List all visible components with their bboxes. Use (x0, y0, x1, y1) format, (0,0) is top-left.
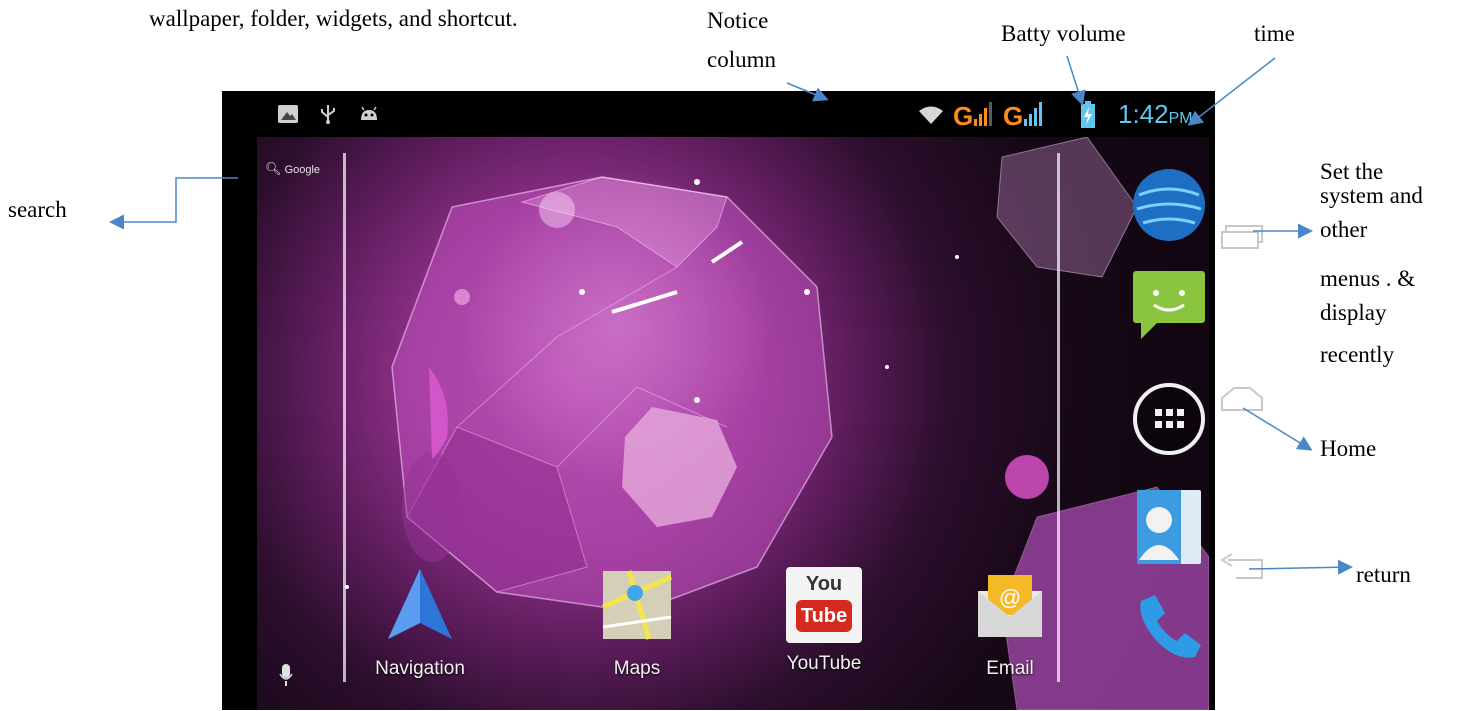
dock-youtube-label: YouTube (786, 653, 862, 674)
dock-navigation-label: Navigation (375, 658, 465, 679)
status-bar[interactable]: G G 1:42PM (222, 91, 1215, 137)
status-time-ampm: PM (1168, 110, 1193, 127)
android-debug-icon (361, 106, 377, 120)
status-time-value: 1:42 (1118, 99, 1169, 129)
search-label: search (8, 197, 67, 222)
battery-volume-label: Batty volume (1001, 21, 1126, 46)
recent-menu-label-4: menus . & (1320, 266, 1416, 291)
phone-icon[interactable] (1129, 587, 1209, 667)
svg-text:@: @ (999, 585, 1021, 610)
intro-text: wallpaper, folder, widgets, and shortcut… (149, 6, 518, 31)
dock-maps[interactable]: Maps (582, 567, 692, 680)
home-screen[interactable]: 🔍︎ Google Navigation Maps You Tube YouTu… (257, 137, 1209, 710)
maps-icon (601, 570, 673, 640)
signal-sim2-label: G (1003, 101, 1024, 131)
navigation-icon (388, 569, 452, 639)
all-apps-icon[interactable] (1129, 379, 1209, 459)
recent-menu-label-5: display (1320, 300, 1387, 325)
notice-column-label: Notice (707, 8, 769, 33)
battery-charging-icon (1081, 101, 1095, 128)
back-icon[interactable] (1218, 552, 1266, 586)
gallery-icon (278, 105, 298, 123)
left-divider (343, 153, 346, 682)
signal-sim1-icon (974, 102, 992, 126)
youtube-logo-tube: Tube (796, 600, 852, 632)
mic-icon[interactable] (279, 664, 293, 688)
search-icon: 🔍︎ (265, 161, 282, 176)
home-icon[interactable] (1218, 386, 1266, 412)
email-icon: @ (978, 575, 1042, 637)
usb-icon (321, 105, 335, 124)
dock-maps-label: Maps (613, 658, 661, 679)
status-time: 1:42PM (1118, 99, 1193, 130)
time-label: time (1254, 21, 1295, 46)
contacts-icon[interactable] (1129, 486, 1209, 566)
browser-icon[interactable] (1129, 165, 1209, 245)
recent-apps-icon[interactable] (1218, 222, 1266, 250)
dock-email[interactable]: @ Email (955, 567, 1065, 680)
return-label: return (1356, 562, 1411, 587)
home-label: Home (1320, 436, 1377, 461)
notice-column-label-2: column (707, 47, 776, 72)
signal-sim1-label: G (953, 101, 974, 131)
android-tablet-screen: G G 1:42PM 🔍︎ Google Navigation Maps You… (222, 91, 1215, 710)
signal-sim2-icon (1024, 102, 1042, 126)
messaging-icon[interactable] (1129, 265, 1209, 345)
google-search-bar[interactable]: 🔍︎ Google (265, 161, 320, 177)
youtube-icon: You Tube (786, 567, 862, 643)
recent-menu-label-2: system and (1320, 183, 1423, 208)
recent-menu-label-6: recently (1320, 342, 1395, 367)
dock-youtube[interactable]: You Tube YouTube (769, 567, 879, 675)
youtube-logo-you: You (805, 573, 843, 595)
google-search-label: Google (284, 164, 321, 176)
dock-email-label: Email (986, 658, 1034, 679)
dock-navigation[interactable]: Navigation (365, 567, 475, 680)
recent-menu-label-3: other (1320, 217, 1368, 242)
wifi-icon (919, 106, 943, 124)
